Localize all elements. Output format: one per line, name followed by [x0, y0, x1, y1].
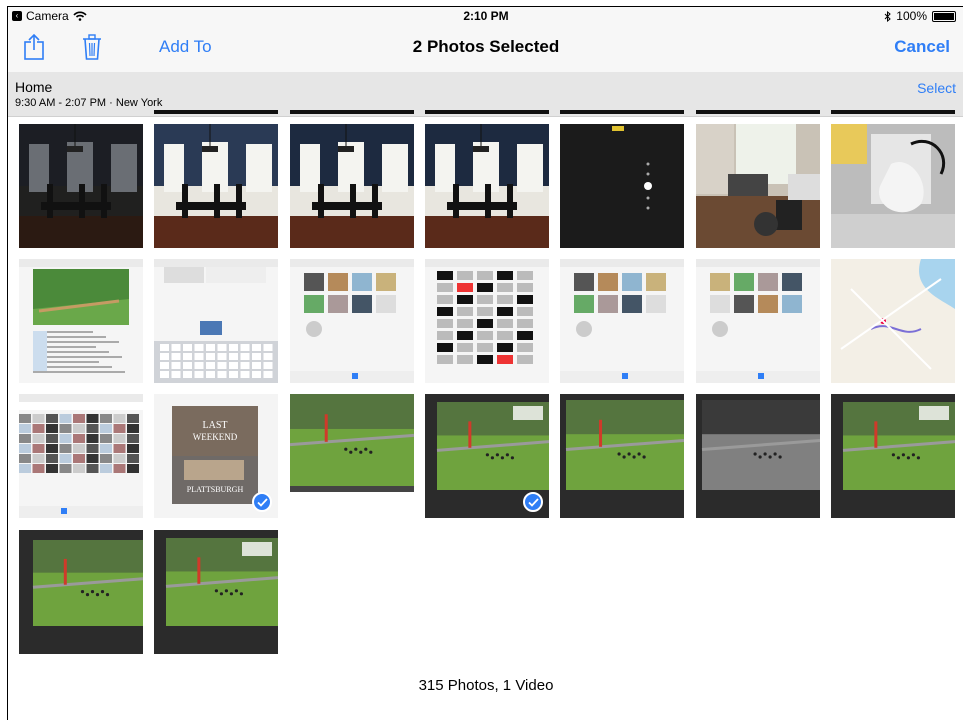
moment-time-range: 9:30 AM - 2:07 PM · New York: [15, 97, 163, 109]
photo-thumbnail[interactable]: [290, 259, 414, 383]
checkmark-icon: [252, 492, 272, 512]
last-weekend-line1: LAST: [203, 420, 228, 431]
photo-thumbnail[interactable]: [19, 259, 143, 383]
photo-thumbnail[interactable]: [696, 124, 820, 248]
photo-thumbnail[interactable]: [560, 259, 684, 383]
photo-thumbnail[interactable]: [425, 124, 549, 248]
photo-thumbnail[interactable]: [154, 259, 278, 383]
navigation-bar: Add To 2 Photos Selected Cancel: [8, 25, 963, 72]
photo-thumbnail[interactable]: [696, 259, 820, 383]
photo-thumbnail[interactable]: [696, 394, 820, 518]
bluetooth-icon: [884, 10, 892, 22]
prev-row-thumb-edge: [696, 110, 820, 114]
library-count: 315 Photos, 1 Video: [418, 677, 554, 694]
last-weekend-place: PLATTSBURGH: [187, 485, 244, 494]
photo-thumbnail[interactable]: [154, 530, 278, 654]
photo-thumbnail[interactable]: [560, 394, 684, 518]
photo-thumbnail[interactable]: [425, 394, 549, 518]
selection-title: 2 Photos Selected: [412, 37, 560, 56]
photo-thumbnail[interactable]: [831, 124, 955, 248]
photo-thumbnail[interactable]: [19, 530, 143, 654]
status-bar: ‹ Camera 2:10 PM 100%: [8, 7, 963, 25]
photo-thumbnail[interactable]: LAST WEEKEND PLATTSBURGH: [154, 394, 278, 518]
status-time: 2:10 PM: [463, 9, 509, 23]
photo-thumbnail[interactable]: [425, 259, 549, 383]
prev-row-thumb-edge: [831, 110, 955, 114]
prev-row-thumb-edge: [425, 110, 549, 114]
last-weekend-line2: WEEKEND: [193, 432, 238, 442]
cancel-button[interactable]: Cancel: [894, 37, 950, 57]
prev-row-thumb-edge: [154, 110, 278, 114]
photo-thumbnail[interactable]: [19, 124, 143, 248]
select-button[interactable]: Select: [917, 80, 956, 96]
photo-thumbnail[interactable]: [290, 124, 414, 248]
checkmark-icon: [523, 492, 543, 512]
photo-thumbnail[interactable]: [154, 124, 278, 248]
battery-percent: 100%: [896, 9, 927, 23]
photo-thumbnail[interactable]: [290, 394, 414, 518]
photo-thumbnail[interactable]: [19, 394, 143, 518]
prev-row-thumb-edge: [290, 110, 414, 114]
photo-thumbnail[interactable]: [831, 259, 955, 383]
prev-row-thumb-edge: [560, 110, 684, 114]
status-right: 100%: [884, 9, 956, 23]
photo-thumbnail[interactable]: [560, 124, 684, 248]
photos-app-window: ‹ Camera 2:10 PM 100% Add To 2 Photos Se…: [7, 6, 963, 720]
moment-location[interactable]: Home: [15, 79, 52, 95]
photo-thumbnail[interactable]: [831, 394, 955, 518]
battery-icon: [932, 10, 956, 22]
